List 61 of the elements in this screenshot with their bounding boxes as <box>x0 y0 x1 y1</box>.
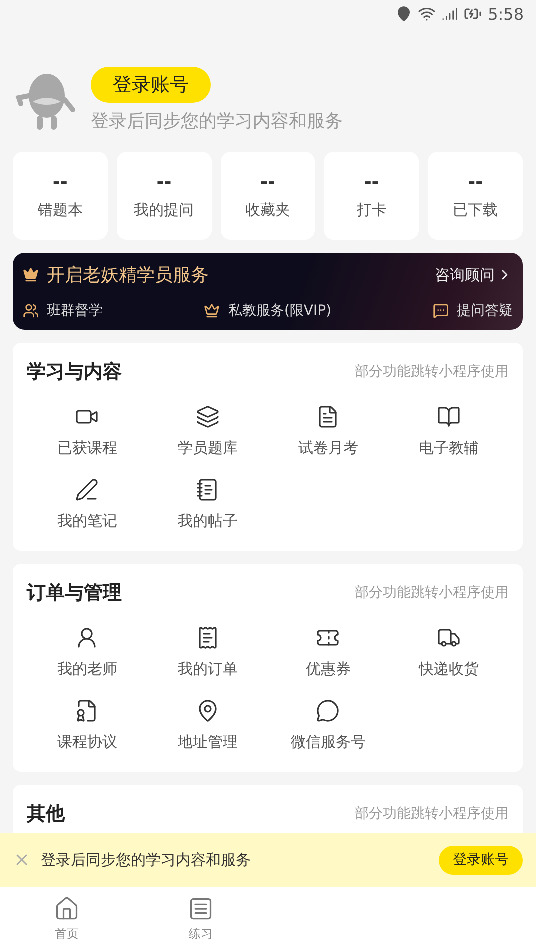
menu-item[interactable]: 我的帖子 <box>148 478 268 531</box>
menu-item[interactable]: 地址管理 <box>148 699 268 752</box>
menu-item[interactable]: 我的老师 <box>27 626 148 679</box>
menu-item[interactable]: 已获课程 <box>27 405 148 458</box>
stat-label: 收藏夹 <box>245 201 290 220</box>
menu-item[interactable]: 试卷月考 <box>268 405 388 458</box>
section-title: 其他 <box>27 802 65 827</box>
signal-icon <box>442 6 458 22</box>
nav-tab[interactable]: 首页 <box>0 887 134 952</box>
stat-card[interactable]: -- 我的提问 <box>116 152 212 240</box>
crown-icon <box>204 303 220 319</box>
stat-card[interactable]: -- 收藏夹 <box>220 152 316 240</box>
menu-item[interactable]: 电子教辅 <box>388 405 509 458</box>
status-time: 5:58 <box>488 4 524 24</box>
list-icon <box>188 896 214 922</box>
menu-item[interactable]: 学员题库 <box>148 405 268 458</box>
stat-value: -- <box>364 172 380 193</box>
section-title: 订单与管理 <box>27 581 122 606</box>
chat-bubble-icon <box>316 699 340 723</box>
wifi-icon <box>418 5 436 23</box>
book-icon <box>436 405 461 429</box>
stat-value: -- <box>156 172 172 193</box>
menu-item[interactable]: 我的订单 <box>148 626 268 679</box>
crown-icon <box>23 267 39 283</box>
people-icon <box>23 303 39 319</box>
nav-tab[interactable]: 练习 <box>134 887 268 952</box>
consult-link[interactable]: 咨询顾问 <box>435 266 513 284</box>
stat-label: 我的提问 <box>134 201 194 220</box>
location-icon <box>396 6 412 22</box>
stat-value: -- <box>468 172 484 193</box>
menu-item[interactable]: 我的笔记 <box>27 478 148 531</box>
section-note: 部分功能跳转小程序使用 <box>355 363 509 381</box>
login-subtitle: 登录后同步您的学习内容和服务 <box>91 110 343 133</box>
stat-label: 错题本 <box>38 201 83 220</box>
stat-value: -- <box>260 172 276 193</box>
pen-icon <box>75 478 100 502</box>
stat-label: 已下载 <box>453 201 498 220</box>
feature-label: 班群督学 <box>47 302 103 320</box>
stat-label: 打卡 <box>356 201 387 220</box>
notebook-icon <box>196 478 220 502</box>
stat-card[interactable]: -- 打卡 <box>324 152 420 240</box>
section-note: 部分功能跳转小程序使用 <box>355 584 509 602</box>
stat-card[interactable]: -- 错题本 <box>13 152 108 240</box>
home-icon <box>54 896 80 922</box>
vip-banner[interactable]: 开启老妖精学员服务 咨询顾问 班群督学 私教服务(限VIP) 提问答疑 <box>13 253 523 330</box>
stat-card[interactable]: -- 已下载 <box>428 152 523 240</box>
section-note: 部分功能跳转小程序使用 <box>355 805 509 823</box>
stat-value: -- <box>52 172 68 193</box>
section-title: 学习与内容 <box>27 360 122 385</box>
login-button[interactable]: 登录账号 <box>91 67 211 103</box>
stack-icon <box>196 405 220 429</box>
feature-label: 提问答疑 <box>456 302 513 320</box>
feature-label: 私教服务(限VIP) <box>228 302 332 320</box>
prompt-message: 登录后同步您的学习内容和服务 <box>41 850 252 870</box>
menu-item[interactable]: 课程协议 <box>27 699 148 752</box>
vip-title: 开启老妖精学员服务 <box>47 264 209 287</box>
menu-item[interactable]: 微信服务号 <box>268 699 388 752</box>
menu-item[interactable]: 优惠券 <box>268 626 388 679</box>
login-button[interactable]: 登录账号 <box>439 846 523 874</box>
menu-item[interactable]: 快递收货 <box>388 626 509 679</box>
chat-icon <box>432 303 449 319</box>
